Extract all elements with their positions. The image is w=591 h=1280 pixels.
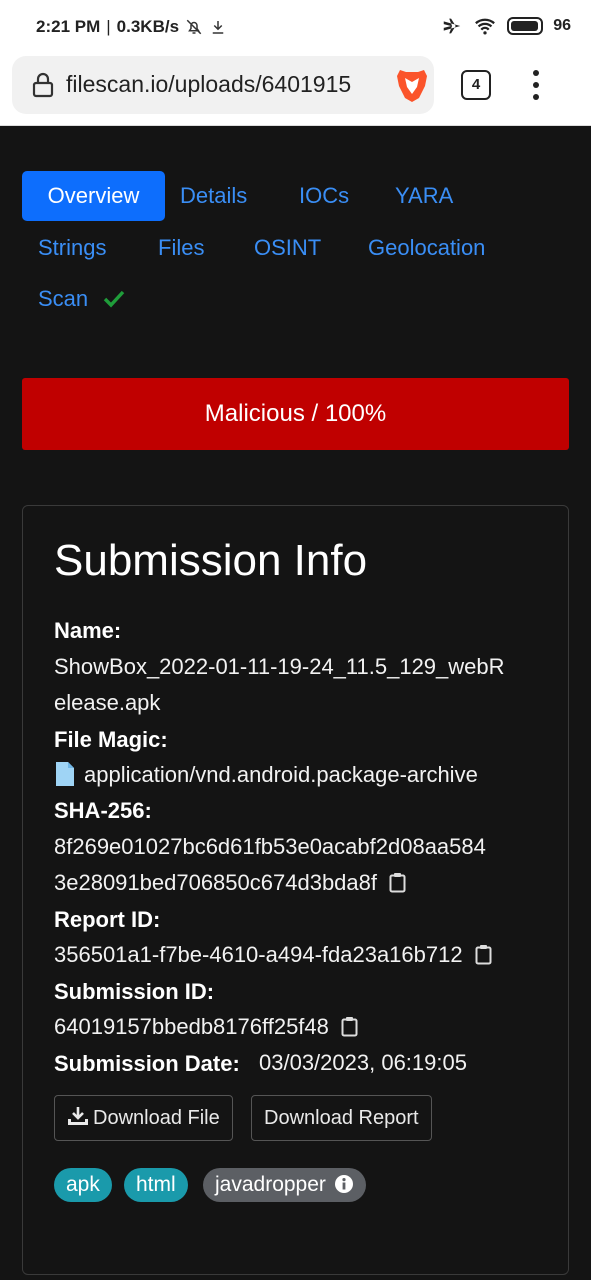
name-value-line1: ShowBox_2022-01-11-19-24_11.5_129_webR: [54, 654, 505, 679]
submission-date-label: Submission Date:: [54, 1051, 240, 1076]
name-value-line2: elease.apk: [54, 690, 161, 715]
sha256-value-line2: 3e28091bed706850c674d3bda8f: [54, 870, 377, 895]
submission-id-row: 64019157bbedb8176ff25f48: [54, 1009, 358, 1045]
tab-yara[interactable]: YARA: [395, 171, 453, 221]
network-speed: 0.3KB/s: [116, 17, 180, 36]
file-magic-label: File Magic:: [54, 727, 168, 752]
browser-toolbar: filescan.io/uploads/6401915 4: [0, 56, 591, 126]
tag-apk[interactable]: apk: [54, 1168, 112, 1202]
clipboard-icon[interactable]: [475, 944, 492, 965]
report-id-label: Report ID:: [54, 907, 161, 932]
airplane-icon: [443, 18, 461, 34]
lock-icon: [32, 72, 54, 98]
download-report-button[interactable]: Download Report: [251, 1095, 432, 1141]
info-icon[interactable]: [334, 1174, 354, 1194]
download-icon: [68, 1107, 88, 1125]
clipboard-icon[interactable]: [341, 1016, 358, 1037]
url-text[interactable]: filescan.io/uploads/6401915: [66, 71, 378, 101]
tag-javadropper-label: javadropper: [215, 1173, 326, 1196]
tab-files[interactable]: Files: [158, 223, 204, 273]
sha256-row: 3e28091bed706850c674d3bda8f: [54, 865, 406, 901]
verdict-bar: Malicious / 100%: [22, 378, 569, 450]
tag-html[interactable]: html: [124, 1168, 188, 1202]
status-left: 2:21 PM | 0.3KB/s: [36, 17, 227, 37]
tab-osint[interactable]: OSINT: [254, 223, 321, 273]
download-file-label: Download File: [93, 1107, 220, 1129]
status-time: 2:21 PM: [36, 17, 101, 36]
report-id-value: 356501a1-f7be-4610-a494-fda23a16b712: [54, 942, 463, 967]
tab-overview[interactable]: Overview: [22, 171, 165, 221]
tab-scan-label: Scan: [38, 286, 89, 311]
tab-scan[interactable]: Scan: [38, 274, 126, 324]
clipboard-icon[interactable]: [389, 872, 406, 893]
bell-off-icon: [186, 19, 202, 35]
tab-count-button[interactable]: 4: [461, 70, 491, 100]
overflow-menu-icon[interactable]: [530, 70, 542, 100]
card-title: Submission Info: [54, 536, 368, 585]
tab-iocs[interactable]: IOCs: [299, 171, 349, 221]
battery-icon: [507, 17, 544, 35]
status-bar: 2:21 PM | 0.3KB/s 96: [0, 0, 591, 56]
status-separator: |: [106, 17, 111, 36]
tab-strings[interactable]: Strings: [38, 223, 106, 273]
file-icon: [56, 762, 74, 786]
submission-date-value: 03/03/2023, 06:19:05: [259, 1050, 467, 1075]
tag-javadropper[interactable]: javadropper: [203, 1168, 366, 1202]
address-bar[interactable]: filescan.io/uploads/6401915: [12, 56, 434, 114]
file-magic-row: application/vnd.android.package-archive: [54, 757, 478, 793]
battery-percent: 96: [553, 17, 571, 34]
submission-id-value: 64019157bbedb8176ff25f48: [54, 1014, 329, 1039]
check-icon: [104, 290, 125, 308]
tab-geolocation[interactable]: Geolocation: [368, 223, 485, 273]
status-right: 96: [441, 15, 571, 37]
wifi-icon: [475, 18, 496, 35]
sha256-label: SHA-256:: [54, 798, 152, 823]
submission-id-label: Submission ID:: [54, 979, 215, 1004]
brave-shield-icon[interactable]: [394, 66, 430, 104]
download-file-button[interactable]: Download File: [54, 1095, 233, 1141]
name-label: Name:: [54, 618, 122, 643]
file-magic-value: application/vnd.android.package-archive: [84, 762, 478, 787]
download-status-icon: [212, 21, 224, 34]
sha256-value-line1: 8f269e01027bc6d61fb53e0acabf2d08aa584: [54, 834, 486, 859]
submission-info-card: Submission Info Name: ShowBox_2022-01-11…: [22, 505, 569, 1275]
tab-details[interactable]: Details: [180, 171, 247, 221]
report-id-row: 356501a1-f7be-4610-a494-fda23a16b712: [54, 937, 492, 973]
